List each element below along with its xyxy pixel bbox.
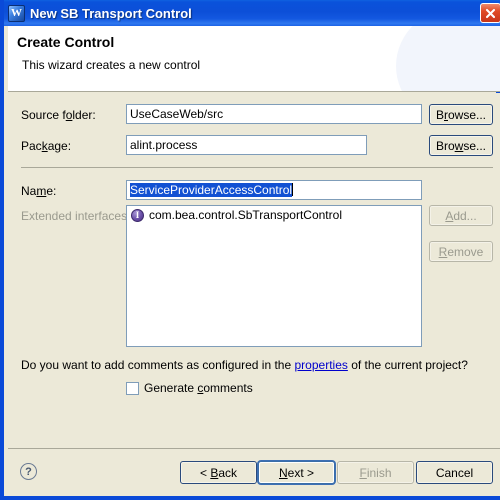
section-divider xyxy=(21,167,493,168)
wizard-dialog: W New SB Transport Control Create Contro… xyxy=(0,0,500,500)
help-question-icon[interactable]: ? xyxy=(20,463,37,480)
properties-link[interactable]: properties xyxy=(295,358,348,372)
text-caret xyxy=(292,183,294,196)
list-item-label: com.bea.control.SbTransportControl xyxy=(149,208,342,222)
generate-comments-row[interactable]: Generate comments xyxy=(126,381,253,395)
wizard-body: Source folder: UseCaseWeb/src Browse... … xyxy=(8,93,500,448)
window-icon-letter: W xyxy=(11,6,22,19)
package-label: Package: xyxy=(21,139,72,153)
extended-interfaces-label: Extended interfaces: xyxy=(21,209,131,223)
source-folder-label: Source folder: xyxy=(21,108,96,122)
finish-button[interactable]: Finish xyxy=(337,461,414,484)
title-bar: W New SB Transport Control xyxy=(4,0,500,26)
interface-icon-letter: I xyxy=(135,209,140,220)
page-subtitle: This wizard creates a new control xyxy=(22,58,201,72)
back-button[interactable]: < Back xyxy=(180,461,257,484)
name-input-value: ServiceProviderAccessControl xyxy=(130,183,293,197)
dialog-footer: ? < Back Next > Finish Cancel xyxy=(8,449,500,496)
remove-interface-button[interactable]: Remove xyxy=(429,241,493,262)
extended-interfaces-list[interactable]: I com.bea.control.SbTransportControl xyxy=(126,205,422,347)
workshop-w-icon: W xyxy=(8,4,25,22)
source-folder-browse-button[interactable]: Browse... xyxy=(429,104,493,125)
wizard-header: Create Control This wizard creates a new… xyxy=(8,26,500,92)
next-button[interactable]: Next > xyxy=(258,461,335,484)
interface-icon: I xyxy=(131,208,144,222)
page-title: Create Control xyxy=(17,34,115,50)
comments-question: Do you want to add comments as configure… xyxy=(21,358,468,372)
close-icon xyxy=(485,8,496,18)
window-title: New SB Transport Control xyxy=(30,5,192,21)
name-input[interactable]: ServiceProviderAccessControl xyxy=(126,180,422,200)
name-label: Name: xyxy=(21,184,57,198)
generate-comments-checkbox[interactable] xyxy=(126,381,139,395)
cancel-button[interactable]: Cancel xyxy=(416,461,493,484)
add-interface-button[interactable]: Add... xyxy=(429,205,493,226)
package-input[interactable]: alint.process xyxy=(126,135,367,155)
package-browse-button[interactable]: Browse... xyxy=(429,135,493,156)
list-item[interactable]: I com.bea.control.SbTransportControl xyxy=(127,206,421,224)
header-decoration-1 xyxy=(396,26,500,91)
generate-comments-label[interactable]: Generate comments xyxy=(144,381,253,395)
close-button[interactable] xyxy=(480,3,500,23)
source-folder-input[interactable]: UseCaseWeb/src xyxy=(126,104,422,124)
